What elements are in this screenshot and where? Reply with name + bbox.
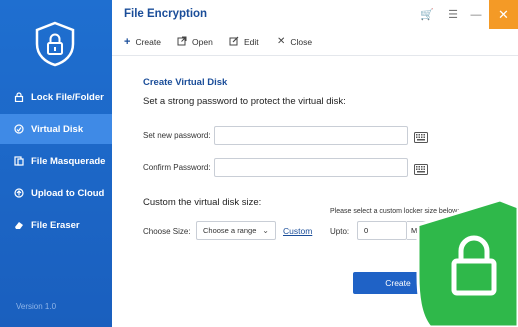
title-bar: File Encryption 🛒 ☰ — ✕ (112, 0, 518, 29)
app-title: File Encryption (124, 8, 208, 20)
menu-icon[interactable]: ☰ (442, 0, 464, 29)
sidebar-item-virtual-disk[interactable]: Virtual Disk (0, 114, 112, 144)
page-subtitle: Set a strong password to protect the vir… (143, 96, 346, 107)
page-title: Create Virtual Disk (143, 77, 228, 88)
size-range-select[interactable]: Choose a range ⌄ (196, 221, 276, 240)
sidebar-item-upload-to-cloud[interactable]: Upload to Cloud (0, 178, 112, 208)
confirm-password-field[interactable] (214, 158, 408, 177)
keyboard-icon[interactable] (414, 130, 428, 143)
close-window-button[interactable]: ✕ (489, 0, 518, 29)
disk-icon (14, 124, 24, 134)
sidebar-item-label: File Eraser (31, 219, 80, 231)
toolbar: + Create Open Edit ✕ Close (112, 29, 518, 56)
open-external-icon (177, 36, 187, 48)
lock-icon (14, 92, 24, 103)
close-tool-label: Close (290, 36, 313, 47)
watermark-shield-icon (410, 195, 518, 327)
upto-label: Upto: (330, 227, 350, 236)
open-tool-label: Open (192, 37, 213, 47)
eraser-icon (14, 220, 24, 230)
sidebar-item-label: Lock File/Folder (31, 91, 104, 103)
plus-icon: + (124, 36, 131, 48)
version-label: Version 1.0 (16, 302, 57, 311)
edit-tool-button[interactable]: Edit (229, 36, 259, 48)
new-password-field[interactable] (214, 126, 408, 145)
close-icon: ✕ (277, 36, 286, 47)
create-tool-label: Create (135, 37, 161, 47)
edit-tool-label: Edit (244, 37, 259, 47)
sidebar-item-lock-file-folder[interactable]: Lock File/Folder (0, 82, 112, 112)
close-tool-button[interactable]: ✕ Close (277, 36, 312, 47)
sidebar: Lock File/Folder Virtual Disk File Masqu… (0, 0, 112, 327)
cart-icon[interactable]: 🛒 (416, 0, 438, 29)
sidebar-item-label: File Masquerade (31, 155, 106, 167)
open-tool-button[interactable]: Open (177, 36, 213, 48)
sidebar-item-label: Virtual Disk (31, 123, 84, 135)
chevron-down-icon: ⌄ (262, 226, 269, 235)
masquerade-icon (14, 156, 24, 166)
confirm-password-label: Confirm Password: (143, 163, 211, 172)
cloud-icon (14, 188, 24, 198)
sidebar-item-file-masquerade[interactable]: File Masquerade (0, 146, 112, 176)
shield-lock-logo-icon (31, 20, 79, 68)
edit-icon (229, 36, 239, 48)
size-range-value: Choose a range (203, 226, 257, 235)
minimize-button[interactable]: — (465, 0, 487, 29)
custom-size-link[interactable]: Custom (283, 226, 312, 236)
create-tool-button[interactable]: + Create (124, 36, 161, 48)
sidebar-item-file-eraser[interactable]: File Eraser (0, 210, 112, 240)
keyboard-icon[interactable] (414, 162, 428, 175)
new-password-label: Set new password: (143, 131, 211, 140)
upto-size-field[interactable]: 0 (357, 221, 407, 240)
size-section-heading: Custom the virtual disk size: (143, 197, 262, 208)
choose-size-label: Choose Size: (143, 227, 191, 236)
sidebar-item-label: Upload to Cloud (31, 187, 105, 199)
